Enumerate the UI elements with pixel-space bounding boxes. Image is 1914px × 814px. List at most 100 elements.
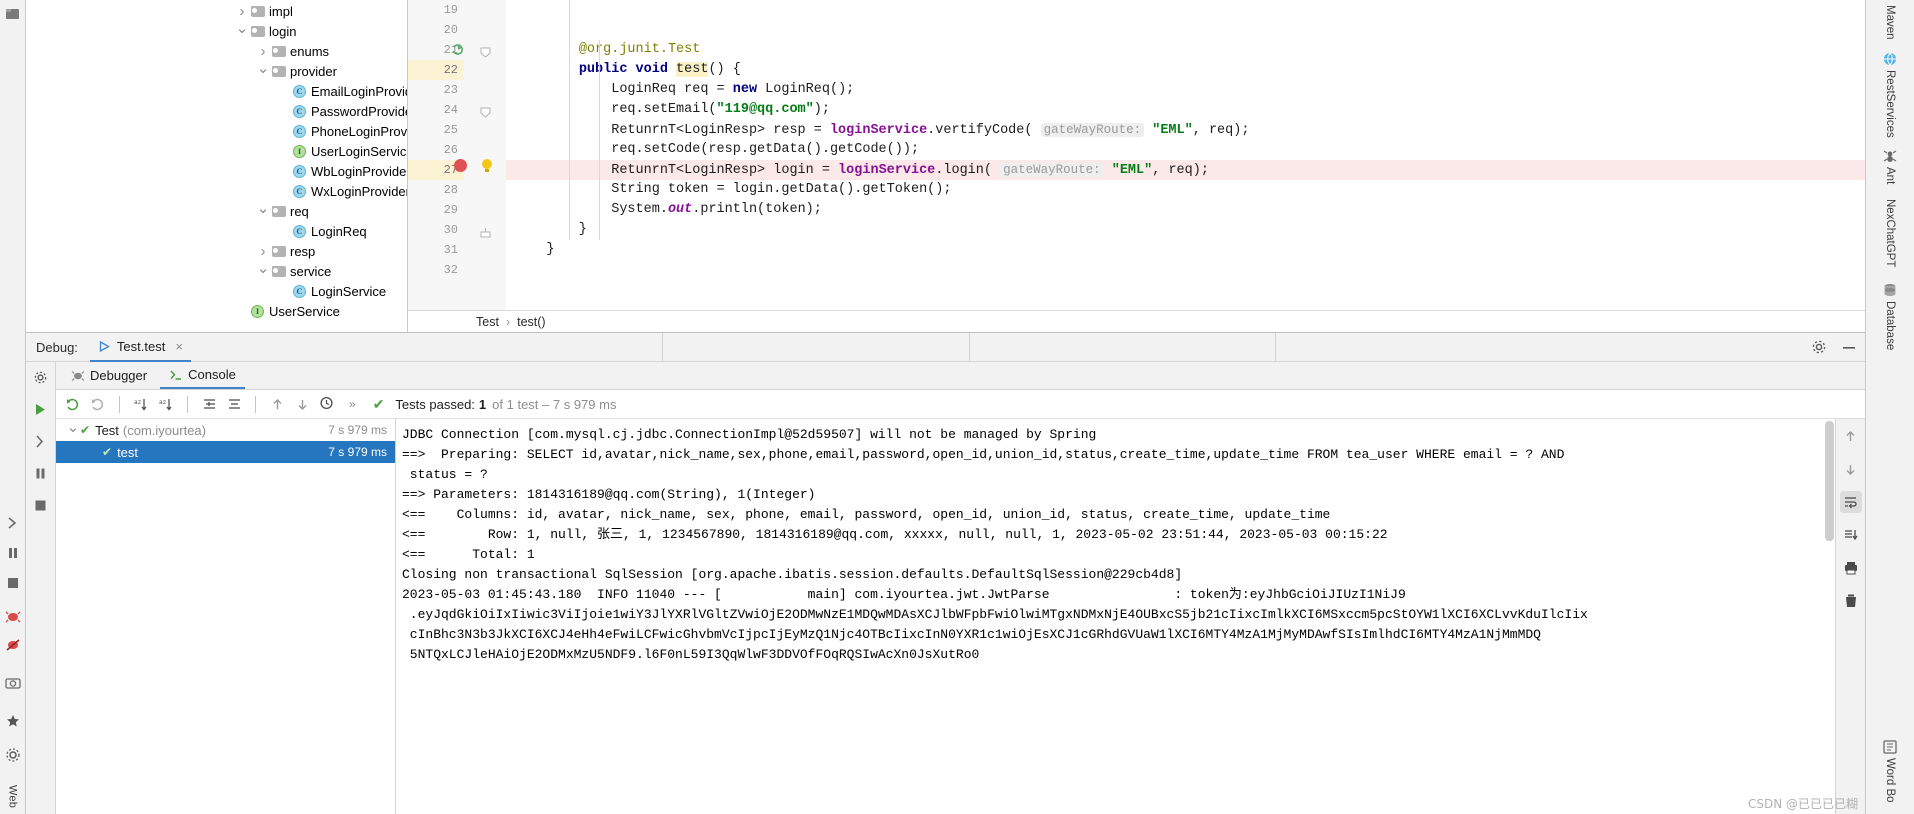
tree-item-req[interactable]: req [26, 201, 407, 221]
expand-all-icon[interactable] [198, 393, 220, 415]
code-line-22[interactable]: public void test() { [506, 60, 1898, 80]
tree-item-loginreq[interactable]: C LoginReq [26, 221, 407, 241]
line-number-29[interactable]: 29 [408, 200, 464, 220]
line-number-26[interactable]: 26 [408, 140, 464, 160]
chevron-down-icon[interactable] [235, 24, 249, 38]
project-tree-pane[interactable]: implloginenumsproviderCEmailLoginProvide… [26, 0, 408, 332]
rail-label-nexchatgpt[interactable]: NexChatGPT [1884, 196, 1896, 270]
line-number-20[interactable]: 20 [408, 20, 464, 40]
console-scrollbar[interactable] [1823, 419, 1835, 814]
prev-failed-icon[interactable] [266, 393, 288, 415]
line-number-32[interactable]: 32 [408, 260, 464, 280]
line-number-25[interactable]: 25 [408, 120, 464, 140]
fold-icon-30[interactable] [480, 227, 491, 238]
line-number-19[interactable]: 19 [408, 0, 464, 20]
code-line-31[interactable]: } [506, 240, 1898, 260]
delete-icon[interactable] [1840, 590, 1862, 612]
soft-wrap-icon[interactable] [1839, 491, 1862, 513]
rail-item-ant[interactable]: Ant [1882, 148, 1898, 187]
chevron-right-icon[interactable] [256, 244, 270, 258]
console-scroll-thumb[interactable] [1825, 421, 1834, 541]
scroll-up-icon[interactable] [1840, 425, 1862, 447]
line-number-28[interactable]: 28 [408, 180, 464, 200]
tree-item-phoneloginprovider[interactable]: CPhoneLoginProvider [26, 121, 407, 141]
next-failed-icon[interactable] [291, 393, 313, 415]
no-bug-icon[interactable] [1, 633, 25, 657]
test-history-icon[interactable] [316, 393, 338, 415]
close-tab-icon[interactable]: × [175, 339, 183, 354]
chevron-down-icon[interactable] [256, 204, 270, 218]
tree-item-userservice[interactable]: I UserService [26, 301, 407, 321]
tree-item-passwordprovider[interactable]: C PasswordProvider [26, 101, 407, 121]
editor-marks-gutter[interactable] [452, 0, 506, 310]
rail-label-ant[interactable]: Ant [1884, 164, 1896, 187]
toolbar-overflow-icon[interactable]: » [349, 397, 356, 411]
code-line-28[interactable]: String token = login.getData().getToken(… [506, 180, 1898, 200]
stop-icon[interactable] [1, 571, 25, 595]
tree-item-enums[interactable]: enums [26, 41, 407, 61]
line-number-24[interactable]: 24 [408, 100, 464, 120]
stop-program-icon[interactable] [30, 494, 52, 516]
tab-debugger[interactable]: Debugger [62, 362, 156, 389]
breadcrumb-method[interactable]: test() [517, 315, 545, 329]
star-icon[interactable] [1, 709, 25, 733]
chevron-right-icon[interactable] [235, 4, 249, 18]
bug-icon[interactable] [1, 605, 25, 629]
tree-item-wxloginprovider[interactable]: C WxLoginProvider [26, 181, 407, 201]
rail-label-restservices[interactable]: RestServices [1884, 67, 1896, 141]
code-line-19[interactable] [506, 0, 1898, 20]
code-line-30[interactable]: } [506, 220, 1898, 240]
breadcrumb-class[interactable]: Test [476, 315, 499, 329]
tree-item-emailloginprovider[interactable]: CEmailLoginProvider [26, 81, 407, 101]
rail-item-restservices[interactable]: RestServices [1882, 51, 1898, 141]
tree-item-impl[interactable]: impl [26, 1, 407, 21]
code-line-20[interactable] [506, 20, 1898, 40]
print-icon[interactable] [1840, 557, 1862, 579]
gear-icon[interactable] [1811, 339, 1827, 358]
fold-icon-25[interactable] [480, 107, 491, 118]
run-test-icon[interactable] [452, 44, 464, 56]
breadcrumb[interactable]: Test › test() [408, 310, 1914, 332]
line-number-23[interactable]: 23 [408, 80, 464, 100]
pause-program-icon[interactable] [30, 462, 52, 484]
test-results-tree[interactable]: ✔ Test(com.iyourtea) 7 s 979 ms ✔ test 7 s 97… [56, 419, 396, 814]
chevron-right-icon[interactable] [256, 44, 270, 58]
rail-item-wordbo[interactable]: Word Bo [1882, 739, 1898, 806]
structure-toggle-icon[interactable] [30, 430, 52, 452]
code-line-27[interactable]: RetunrnT<LoginResp> login = loginService… [506, 160, 1898, 180]
run-config-tab[interactable]: Test.test × [89, 333, 191, 362]
code-line-26[interactable]: req.setCode(resp.getData().getCode()); [506, 140, 1898, 160]
chevron-down-icon[interactable] [66, 423, 80, 437]
breakpoint-icon[interactable] [454, 159, 467, 172]
sidebar-item-web[interactable]: Web [7, 779, 19, 814]
tree-item-login[interactable]: login [26, 21, 407, 41]
rerun-failed-icon[interactable] [87, 393, 109, 415]
tab-console[interactable]: Console [160, 362, 245, 389]
code-line-24[interactable]: req.setEmail("119@qq.com"); [506, 100, 1898, 120]
rerun-tests-icon[interactable] [62, 393, 84, 415]
sort-alphabetically-icon[interactable]: az [130, 393, 152, 415]
pause-icon[interactable] [1, 541, 25, 565]
chevron-down-icon[interactable] [256, 264, 270, 278]
test-tree-row[interactable]: ✔ test 7 s 979 ms [56, 441, 395, 463]
camera-icon[interactable] [1, 671, 25, 695]
console-output[interactable]: JDBC Connection [com.mysql.cj.jdbc.Conne… [396, 419, 1835, 814]
minimize-icon[interactable] [1841, 339, 1857, 358]
rail-label-wordbo[interactable]: Word Bo [1884, 755, 1896, 806]
rail-label-maven[interactable]: Maven [1884, 2, 1896, 43]
fold-icon-22[interactable] [480, 47, 491, 58]
line-number-30[interactable]: 30 [408, 220, 464, 240]
tree-item-loginservice[interactable]: C LoginService [26, 281, 407, 301]
structure-arrow-icon[interactable] [1, 511, 25, 535]
scroll-to-end-icon[interactable] [1840, 524, 1862, 546]
rail-item-nexchatgpt[interactable]: NexChatGPT [1884, 196, 1896, 270]
line-number-31[interactable]: 31 [408, 240, 464, 260]
test-tree-row[interactable]: ✔ Test(com.iyourtea) 7 s 979 ms [56, 419, 395, 441]
project-icon[interactable] [1, 2, 25, 26]
chevron-down-icon[interactable] [256, 64, 270, 78]
rail-label-database[interactable]: Database [1884, 298, 1896, 353]
rail-item-database[interactable]: Database [1882, 282, 1898, 353]
line-number-22[interactable]: 22 [408, 60, 464, 80]
code-line-21[interactable]: @org.junit.Test [506, 40, 1898, 60]
tree-item-provider[interactable]: provider [26, 61, 407, 81]
